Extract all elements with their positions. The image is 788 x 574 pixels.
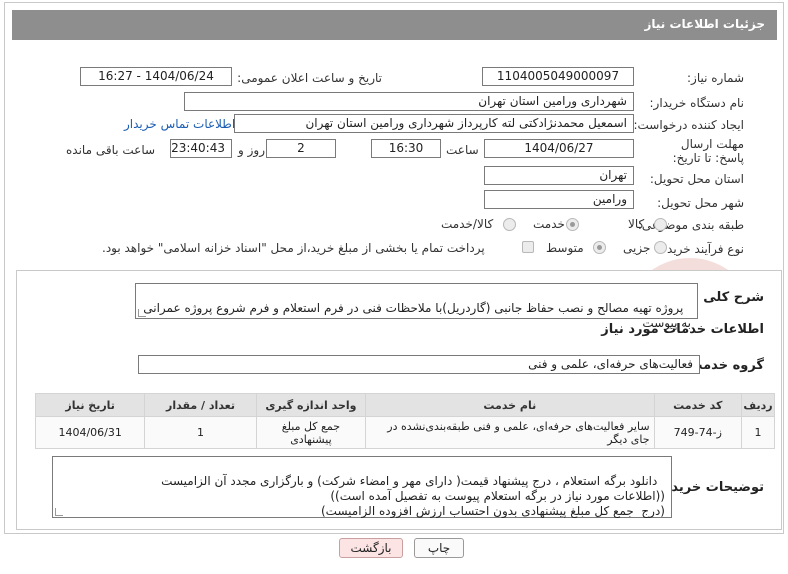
contact-info-link[interactable]: اطلاعات تماس خریدار (124, 117, 235, 131)
process-medium-label: متوسط (546, 241, 584, 255)
category-service-label: خدمت (533, 217, 565, 231)
summary-textarea[interactable]: پروژه تهیه مصالح و نصب حفاظ جانبی (گاردر… (135, 283, 698, 330)
cell-row: 1 (740, 416, 776, 449)
deadline-time-field[interactable]: 16:30 (371, 139, 441, 158)
time-label: ساعت (446, 143, 479, 157)
category-goods-service-radio[interactable] (503, 218, 516, 231)
process-label: نوع فرآیند خرید : (659, 242, 744, 256)
buyer-org-field[interactable]: شهرداری ورامین استان تهران (184, 92, 634, 111)
col-code-header: کد خدمت (653, 393, 742, 417)
col-row-header: ردیف (740, 393, 776, 417)
province-label: استان محل تحویل: (649, 172, 744, 186)
remaining-time-field[interactable]: 23:40:43 (170, 139, 232, 158)
buyer-notes-textarea[interactable]: دانلود برگه استعلام ، درج پیشنهاد قیمت( … (52, 456, 672, 518)
buyer-org-label: نام دستگاه خریدار: (649, 96, 745, 110)
creator-label: ایجاد کننده درخواست: (633, 118, 744, 132)
category-goods-radio[interactable] (654, 218, 667, 231)
category-goods-label: کالا (628, 217, 645, 231)
buyer-notes-text: دانلود برگه استعلام ، درج پیشنهاد قیمت( … (161, 474, 665, 518)
cell-name: سایر فعالیت‌های حرفه‌ای، علمی و فنی طبقه… (365, 416, 655, 449)
days-field[interactable]: 2 (266, 139, 336, 158)
process-minor-radio[interactable] (654, 241, 667, 254)
col-qty-header: تعداد / مقدار (144, 393, 257, 417)
col-name-header: نام خدمت (365, 393, 655, 417)
services-table: ردیف کد خدمت نام خدمت واحد اندازه گیری ت… (34, 393, 776, 449)
creator-field[interactable]: اسمعیل محمدنژادکتی لته کارپرداز شهرداری … (234, 114, 634, 133)
deadline-date-field[interactable]: 1404/06/27 (484, 139, 634, 158)
days-label: روز و (238, 143, 265, 157)
city-label: شهر محل تحویل: (657, 196, 744, 210)
payment-note: پرداخت تمام یا بخشی از مبلغ خرید،از محل … (102, 241, 485, 255)
process-medium-radio[interactable] (593, 241, 606, 254)
print-button[interactable]: چاپ (414, 538, 464, 558)
treasury-checkbox[interactable] (522, 241, 534, 253)
category-goods-service-label: کالا/خدمت (441, 217, 494, 231)
table-header-row: ردیف کد خدمت نام خدمت واحد اندازه گیری ت… (34, 393, 776, 417)
need-number-label: شماره نیاز: (687, 71, 744, 85)
announce-field[interactable]: 1404/06/24 - 16:27 (80, 67, 232, 86)
city-field[interactable]: ورامین (484, 190, 634, 209)
cell-code: ز-74-749 (653, 416, 742, 449)
col-unit-header: واحد اندازه گیری (255, 393, 367, 417)
table-row[interactable]: 1 ز-74-749 سایر فعالیت‌های حرفه‌ای، علمی… (34, 416, 776, 449)
service-group-field[interactable]: فعالیت‌های حرفه‌ای، علمی و فنی (138, 355, 700, 374)
col-date-header: تاریخ نیاز (34, 393, 146, 417)
resize-grip-icon[interactable] (138, 309, 146, 317)
resize-grip-icon[interactable] (55, 508, 63, 516)
process-minor-label: جزیی (623, 241, 651, 255)
cell-qty: 1 (144, 416, 257, 449)
remaining-label: ساعت باقی مانده (66, 143, 156, 157)
cell-unit: جمع کل مبلغ پیشنهادی (255, 416, 367, 449)
services-heading: اطلاعات خدمات مورد نیاز (601, 322, 764, 337)
deadline-label: مهلت ارسال پاسخ: تا تاریخ: (672, 137, 744, 165)
back-button[interactable]: بازگشت (339, 538, 403, 558)
cell-date: 1404/06/31 (34, 416, 146, 449)
province-field[interactable]: تهران (484, 166, 634, 185)
page-title: جزئیات اطلاعات نیاز (12, 10, 777, 40)
category-service-radio[interactable] (566, 218, 579, 231)
need-number-field[interactable]: 1104005049000097 (482, 67, 634, 86)
announce-label: تاریخ و ساعت اعلان عمومی: (237, 71, 382, 85)
